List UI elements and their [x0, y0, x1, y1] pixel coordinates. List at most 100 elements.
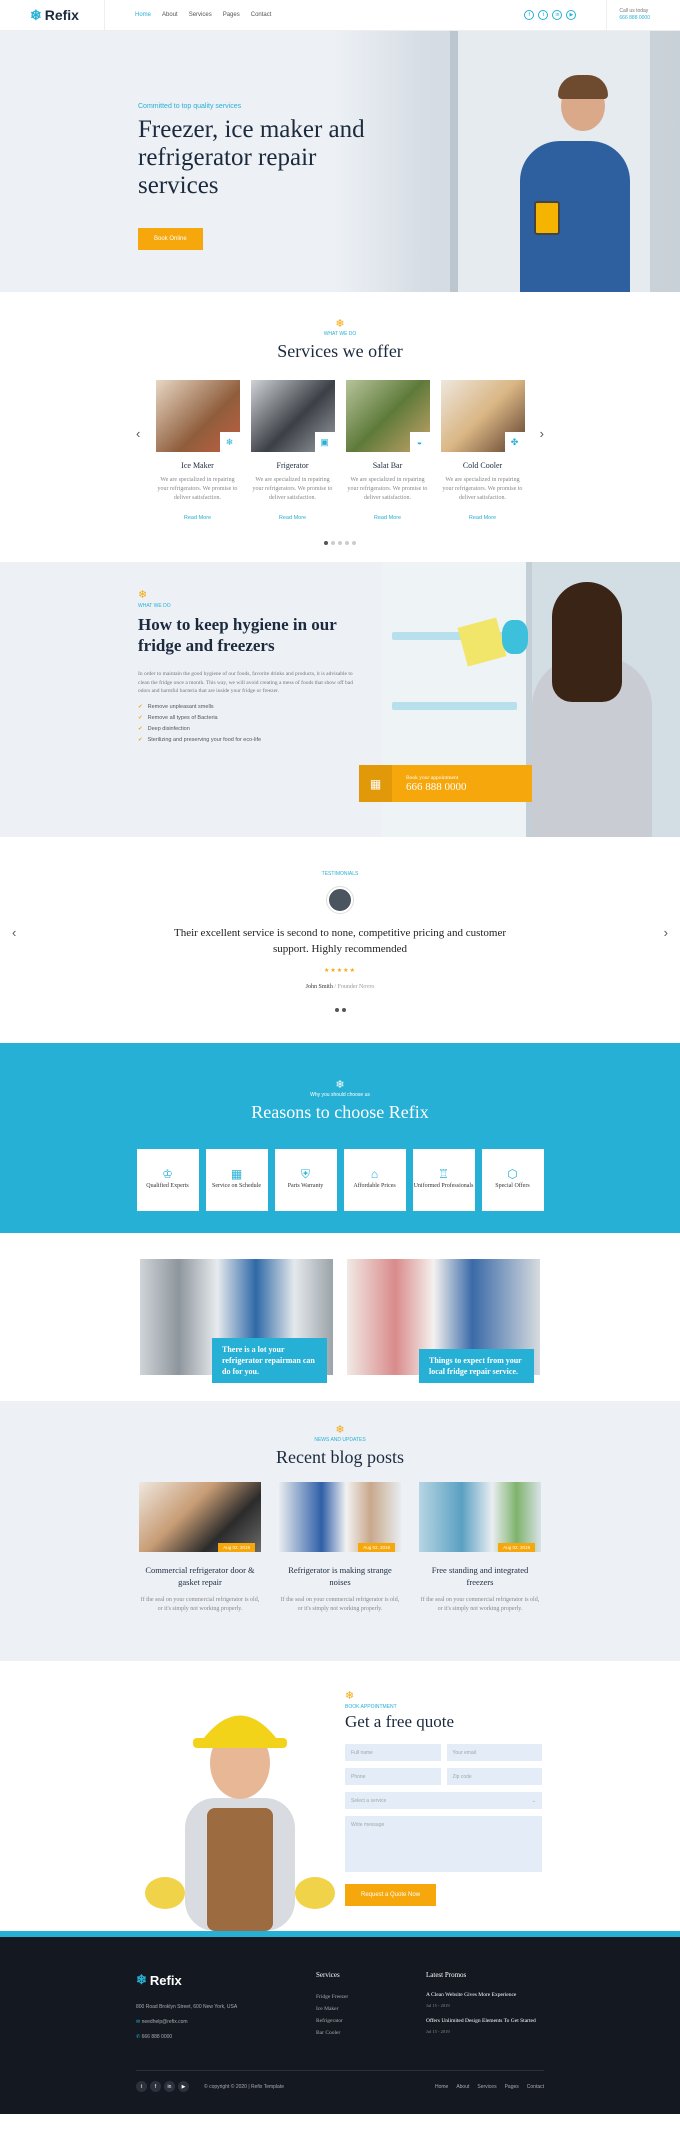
- service-title: Salat Bar: [372, 461, 403, 470]
- hygiene-kicker: WHAT WE DO: [138, 603, 171, 609]
- shield-icon: ⛨: [300, 1167, 310, 1181]
- reason-box: ▦ Service on Schedule: [205, 1149, 268, 1211]
- carousel-dot[interactable]: [352, 541, 356, 545]
- footer-promos: Latest Promos A Clean Website Gives More…: [426, 1969, 536, 2043]
- read-more-link[interactable]: Read More: [441, 515, 525, 521]
- footer-phone[interactable]: 666 888 0000: [142, 2034, 173, 2040]
- youtube-icon[interactable]: ▶: [566, 10, 577, 20]
- footer-email[interactable]: needhelp@refix.com: [142, 2019, 188, 2025]
- promo-card[interactable]: There is a lot your refrigerator repairm…: [140, 1259, 333, 1383]
- linkedin-icon[interactable]: in: [552, 10, 563, 20]
- youtube-icon[interactable]: ▶: [178, 2081, 189, 2092]
- book-online-button[interactable]: Book Online: [138, 228, 203, 250]
- testimonial-prev-arrow-icon[interactable]: ‹: [12, 925, 16, 940]
- service-image: ◒: [345, 380, 430, 452]
- promo-card[interactable]: Things to expect from your local fridge …: [347, 1259, 540, 1383]
- service-title: Frigerator: [276, 461, 309, 470]
- footer-nav: Home About Services Pages Contact: [435, 2084, 544, 2090]
- message-field[interactable]: Write message: [345, 1816, 542, 1872]
- footer-nav-services[interactable]: Services: [477, 2084, 496, 2090]
- read-more-link[interactable]: Read More: [346, 515, 430, 521]
- calendar-icon: ▦: [359, 765, 392, 802]
- hero-kicker: Committed to top quality services: [138, 103, 242, 110]
- footer-service-link[interactable]: Ice Maker: [316, 2003, 348, 2015]
- book-number: 666 888 0000: [406, 780, 467, 793]
- carousel-dot[interactable]: [345, 541, 349, 545]
- service-title: Ice Maker: [181, 461, 214, 470]
- service-desc: We are specialized in repairing your ref…: [442, 477, 523, 501]
- nav-services[interactable]: Services: [189, 12, 212, 18]
- fan-icon: ✤: [504, 432, 525, 452]
- testimonial-quote: Their excellent service is second to non…: [173, 927, 507, 955]
- read-more-link[interactable]: Read More: [251, 515, 335, 521]
- service-card[interactable]: ❄ Ice Maker We are specialized in repair…: [155, 380, 240, 521]
- services-section: ❄ WHAT WE DO Services we offer ‹ › ❄ Ice…: [0, 292, 680, 562]
- calendar-icon: ▦: [230, 1167, 243, 1181]
- twitter-icon[interactable]: t: [136, 2081, 147, 2092]
- brand-logo[interactable]: ❄ Refix: [30, 0, 105, 31]
- carousel-dot[interactable]: [338, 541, 342, 545]
- footer-address: 800 Road Broklyn Street, 600 New York, U…: [136, 2004, 238, 2010]
- footer-promo-title[interactable]: A Clean Website Gives More Experience: [426, 1991, 536, 2000]
- book-appointment-banner[interactable]: ▦ Book your appointment 666 888 0000: [359, 765, 532, 802]
- nav-contact[interactable]: Contact: [251, 12, 272, 18]
- carousel-dot[interactable]: [331, 541, 335, 545]
- zip-field[interactable]: Zip code: [446, 1768, 542, 1785]
- phone-field[interactable]: Phone: [345, 1768, 441, 1785]
- service-select[interactable]: Select a service ⌄: [345, 1792, 542, 1809]
- post-title[interactable]: Commercial refrigerator door & gasket re…: [139, 1564, 261, 1588]
- check-item: ✔ Remove unpleasant smells: [138, 704, 353, 710]
- carousel-next-arrow-icon[interactable]: ›: [540, 426, 544, 441]
- footer-logo[interactable]: ❄ Refix: [136, 1972, 182, 1988]
- service-title: Cold Cooler: [462, 461, 503, 470]
- read-more-link[interactable]: Read More: [156, 515, 240, 521]
- footer-promo-title[interactable]: Offers Unlimited Design Elements To Get …: [426, 2017, 536, 2026]
- twitter-icon[interactable]: t: [538, 10, 549, 20]
- carousel-dot[interactable]: [334, 1008, 339, 1012]
- blog-post[interactable]: Aug 02, 2019 Refrigerator is making stra…: [279, 1482, 401, 1614]
- service-card[interactable]: ◒ Salat Bar We are specialized in repair…: [345, 380, 430, 521]
- testimonial-dots: [0, 1008, 680, 1012]
- footer-nav-home[interactable]: Home: [435, 2084, 448, 2090]
- post-desc: If the seal on your commercial refrigera…: [420, 1597, 540, 1612]
- nav-home[interactable]: Home: [135, 12, 151, 18]
- blog-post[interactable]: Aug 02, 2019 Free standing and integrate…: [419, 1482, 541, 1614]
- promo-text: Things to expect from your local fridge …: [419, 1349, 534, 1383]
- blog-post[interactable]: Aug 02, 2019 Commercial refrigerator doo…: [139, 1482, 261, 1614]
- nav-about[interactable]: About: [162, 12, 178, 18]
- service-card[interactable]: ✤ Cold Cooler We are specialized in repa…: [440, 380, 525, 521]
- name-field[interactable]: Full name: [345, 1744, 441, 1761]
- linkedin-icon[interactable]: in: [164, 2081, 175, 2092]
- testimonial-next-arrow-icon[interactable]: ›: [664, 925, 668, 940]
- carousel-dot[interactable]: [341, 1008, 346, 1012]
- footer-bottom: t f in ▶ © copyright © 2020 | Refix Temp…: [136, 2070, 544, 2092]
- quote-section: ❄ BOOK APPOINTMENT Get a free quote Full…: [0, 1661, 680, 1931]
- footer-nav-contact[interactable]: Contact: [527, 2084, 544, 2090]
- footer-nav-pages[interactable]: Pages: [505, 2084, 519, 2090]
- promo-section: There is a lot your refrigerator repairm…: [0, 1233, 680, 1401]
- footer-nav-about[interactable]: About: [456, 2084, 469, 2090]
- hero-text: Committed to top quality services Freeze…: [138, 103, 378, 250]
- facebook-icon[interactable]: f: [524, 10, 535, 20]
- promo-text: There is a lot your refrigerator repairm…: [212, 1338, 327, 1383]
- carousel-dot[interactable]: [324, 541, 328, 545]
- post-date: Aug 02, 2019: [218, 1543, 255, 1552]
- carousel-prev-arrow-icon[interactable]: ‹: [136, 426, 140, 441]
- chevron-down-icon: ⌄: [531, 1798, 536, 1804]
- facebook-icon[interactable]: f: [150, 2081, 161, 2092]
- post-date: Aug 02, 2019: [498, 1543, 535, 1552]
- call-number[interactable]: 666 888 0000: [619, 15, 650, 22]
- post-title[interactable]: Refrigerator is making strange noises: [279, 1564, 401, 1588]
- post-title[interactable]: Free standing and integrated freezers: [419, 1564, 541, 1588]
- request-quote-button[interactable]: Request a Quote Now: [345, 1884, 437, 1906]
- footer-service-link[interactable]: Bar Cooler: [316, 2027, 348, 2039]
- check-label: Sterilizing and preserving your food for…: [147, 736, 262, 743]
- snowflake-icon: ❄: [335, 1424, 345, 1436]
- footer-service-link[interactable]: Refrigerator: [316, 2015, 348, 2027]
- service-card[interactable]: ▣ Frigerator We are specialized in repai…: [250, 380, 335, 521]
- footer-service-link[interactable]: Fridge Freezer: [316, 1991, 348, 2003]
- call-label: Call us today: [619, 8, 649, 14]
- post-date: Aug 02, 2019: [358, 1543, 395, 1552]
- nav-pages[interactable]: Pages: [223, 12, 240, 18]
- email-field[interactable]: Your email: [446, 1744, 542, 1761]
